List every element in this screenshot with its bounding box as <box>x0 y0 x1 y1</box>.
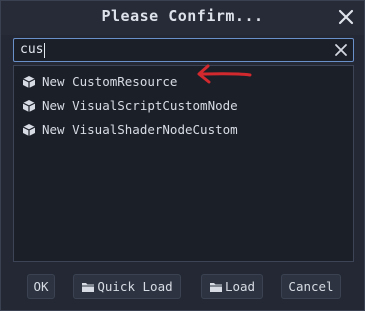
confirm-dialog: Please Confirm... cus New CustomResource <box>0 0 365 311</box>
list-item-label: New VisualScriptCustomNode <box>42 97 238 113</box>
resource-cube-icon <box>22 98 36 112</box>
clear-search-icon[interactable] <box>333 42 349 58</box>
results-list[interactable]: New CustomResource New VisualScriptCusto… <box>13 65 354 262</box>
folder-icon <box>209 281 223 293</box>
red-arrow-icon <box>194 63 254 85</box>
dialog-title: Please Confirm... <box>101 7 264 25</box>
folder-icon <box>81 281 95 293</box>
list-item-label: New CustomResource <box>42 73 178 89</box>
dialog-titlebar: Please Confirm... <box>1 1 364 35</box>
resource-cube-icon <box>22 74 36 88</box>
list-item[interactable]: New VisualScriptCustomNode <box>22 95 342 115</box>
load-button[interactable]: Load <box>201 274 263 299</box>
resource-cube-icon <box>22 122 36 136</box>
ok-button[interactable]: OK <box>27 274 55 299</box>
text-caret <box>44 43 45 58</box>
load-label: Load <box>224 279 256 294</box>
list-item[interactable]: New CustomResource <box>22 71 342 91</box>
cancel-button[interactable]: Cancel <box>281 274 341 299</box>
list-item[interactable]: New VisualShaderNodeCustom <box>22 119 342 139</box>
search-input-value: cus <box>20 42 44 57</box>
list-item-label: New VisualShaderNodeCustom <box>42 121 238 137</box>
quick-load-label: Quick Load <box>97 279 173 294</box>
search-input[interactable]: cus <box>13 38 354 62</box>
quick-load-button[interactable]: Quick Load <box>73 274 181 299</box>
close-icon[interactable] <box>336 7 356 27</box>
